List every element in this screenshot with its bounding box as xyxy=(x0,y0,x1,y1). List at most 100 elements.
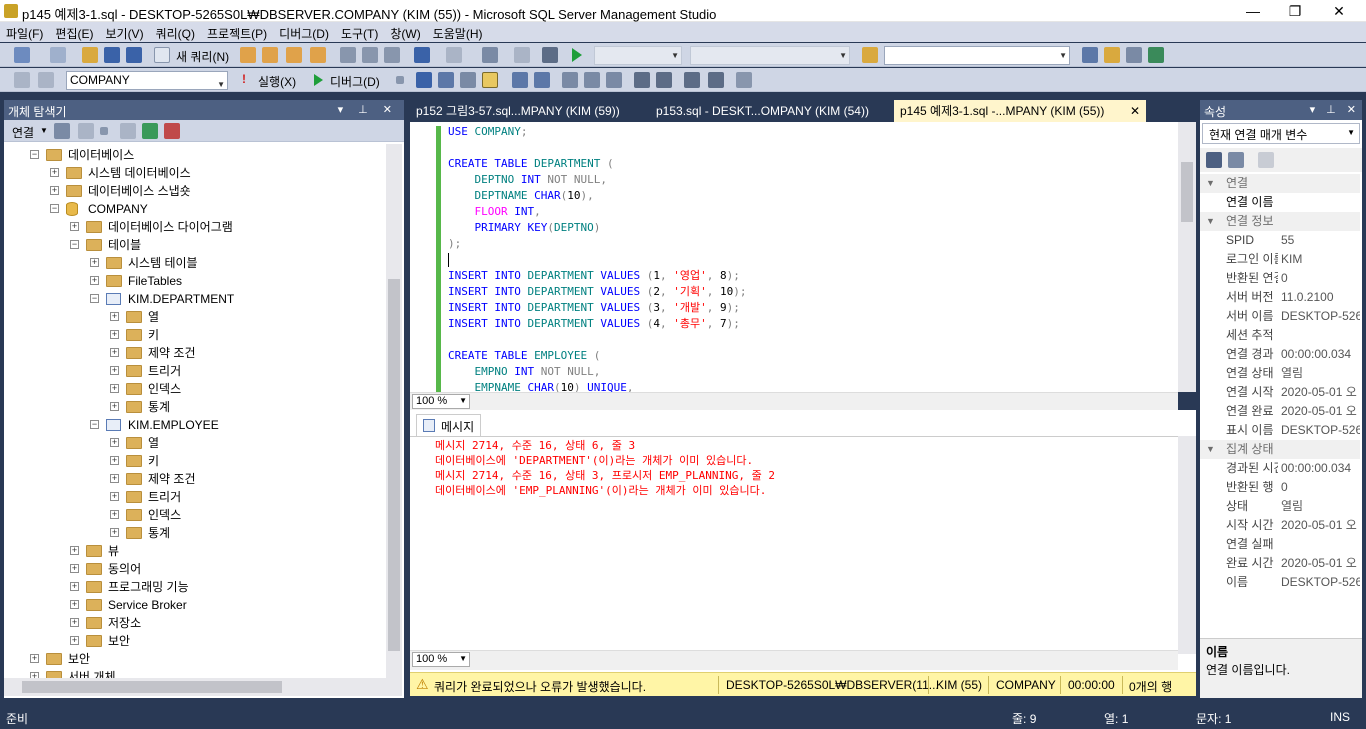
undo-icon[interactable] xyxy=(414,47,430,63)
property-row[interactable]: 연결 경과 00:00:00.034 xyxy=(1200,345,1360,364)
menu-window[interactable]: 창(W) xyxy=(384,22,426,42)
results-to-grid-icon[interactable] xyxy=(584,72,600,88)
expand-icon[interactable]: + xyxy=(70,600,79,609)
code-line[interactable]: USE COMPANY; xyxy=(448,124,527,140)
property-row[interactable]: 상태 열림 xyxy=(1200,497,1360,516)
query-designer-icon[interactable] xyxy=(460,72,476,88)
alphabetical-icon[interactable] xyxy=(1228,152,1244,168)
tree-node[interactable]: + 키 xyxy=(4,452,386,470)
tree-node[interactable]: − 테이블 xyxy=(4,236,386,254)
save-icon[interactable] xyxy=(104,47,120,63)
connect-chevron-icon[interactable]: ▼ xyxy=(40,126,48,135)
property-row[interactable]: 연결 이름 xyxy=(1200,193,1360,212)
code-line[interactable]: FLOOR INT, xyxy=(448,204,540,220)
properties-object-selector[interactable]: 현재 연결 매개 변수 ▼ xyxy=(1202,123,1360,144)
uncomment-icon[interactable] xyxy=(656,72,672,88)
tree-horizontal-scrollbar[interactable] xyxy=(4,678,402,696)
comment-icon[interactable] xyxy=(634,72,650,88)
tree-node[interactable]: + 인덱스 xyxy=(4,506,386,524)
object-explorer-icon[interactable] xyxy=(1104,47,1120,63)
stop-icon[interactable] xyxy=(100,127,108,135)
disconnect-icon[interactable] xyxy=(78,123,94,139)
tree-node[interactable]: + 뷰 xyxy=(4,542,386,560)
specify-values-icon[interactable] xyxy=(736,72,752,88)
start-debug-icon[interactable] xyxy=(572,48,582,62)
platform-combo[interactable]: ▼ xyxy=(690,46,850,65)
collapse-icon[interactable]: − xyxy=(90,420,99,429)
tree-node[interactable]: + 데이터베이스 스냅숏 xyxy=(4,182,386,200)
code-line[interactable]: INSERT INTO DEPARTMENT VALUES (4, '총무', … xyxy=(448,316,740,332)
expand-icon[interactable]: + xyxy=(110,402,119,411)
property-row[interactable]: 서버 이름 DESKTOP-526 xyxy=(1200,307,1360,326)
results-to-file-icon[interactable] xyxy=(606,72,622,88)
mdx-query-icon[interactable] xyxy=(262,47,278,63)
tree-node[interactable]: + 열 xyxy=(4,308,386,326)
menu-edit[interactable]: 편집(E) xyxy=(49,22,99,42)
tree-node[interactable]: + 서버 개체 xyxy=(4,668,386,678)
property-category[interactable]: ▼ 연결 정보 xyxy=(1200,212,1360,231)
tree-node[interactable]: + 통계 xyxy=(4,524,386,542)
property-row[interactable]: SPID 55 xyxy=(1200,231,1360,250)
code-line[interactable]: CREATE TABLE EMPLOYEE ( xyxy=(448,348,600,364)
expand-icon[interactable]: + xyxy=(110,348,119,357)
outdent-icon[interactable] xyxy=(684,72,700,88)
menu-project[interactable]: 프로젝트(P) xyxy=(201,22,273,42)
tree-node[interactable]: + 저장소 xyxy=(4,614,386,632)
save-all-icon[interactable] xyxy=(126,47,142,63)
expand-icon[interactable]: + xyxy=(70,546,79,555)
category-collapse-icon[interactable]: ▼ xyxy=(1206,440,1215,459)
property-category[interactable]: ▼ 집계 상태 xyxy=(1200,440,1360,459)
expand-icon[interactable]: + xyxy=(70,582,79,591)
property-row[interactable]: 시작 시간 2020-05-01 오 xyxy=(1200,516,1360,535)
db-engine-query-icon[interactable] xyxy=(240,47,256,63)
sql-editor[interactable]: USE COMPANY; CREATE TABLE DEPARTMENT ( DE… xyxy=(410,122,1196,410)
indent-icon[interactable] xyxy=(708,72,724,88)
tree-node[interactable]: + 시스템 테이블 xyxy=(4,254,386,272)
registered-servers-icon[interactable] xyxy=(1082,47,1098,63)
tree-node[interactable]: − KIM.DEPARTMENT xyxy=(4,290,386,308)
tree-node[interactable]: + Service Broker xyxy=(4,596,386,614)
tab-p152[interactable]: p152 그림3-57.sql...MPANY (KIM (59)) xyxy=(410,100,646,122)
code-line[interactable]: INSERT INTO DEPARTMENT VALUES (3, '개발', … xyxy=(448,300,740,316)
available-databases-combo[interactable]: COMPANY ▼ xyxy=(66,71,228,90)
expand-icon[interactable]: + xyxy=(70,564,79,573)
minimize-button[interactable]: — xyxy=(1230,0,1276,22)
tree-node[interactable]: + 열 xyxy=(4,434,386,452)
include-plan-icon[interactable] xyxy=(512,72,528,88)
messages-tab[interactable]: 메시지 xyxy=(416,414,482,436)
code-line[interactable]: INSERT INTO DEPARTMENT VALUES (2, '기획', … xyxy=(448,284,746,300)
categorized-icon[interactable] xyxy=(1206,152,1222,168)
cut-icon[interactable] xyxy=(340,47,356,63)
tree-node[interactable]: + 트리거 xyxy=(4,362,386,380)
menu-query[interactable]: 쿼리(Q) xyxy=(150,22,201,42)
property-category[interactable]: ▼ 연결 xyxy=(1200,174,1360,193)
solution-config-combo[interactable]: ▼ xyxy=(594,46,682,65)
property-row[interactable]: 연결 완료 2020-05-01 오 xyxy=(1200,402,1360,421)
expand-icon[interactable]: + xyxy=(110,528,119,537)
find-combo[interactable]: ▼ xyxy=(884,46,1070,65)
expand-icon[interactable]: + xyxy=(70,636,79,645)
collapse-icon[interactable]: − xyxy=(50,204,59,213)
new-project-icon[interactable] xyxy=(14,47,30,63)
expand-icon[interactable]: + xyxy=(90,258,99,267)
category-collapse-icon[interactable]: ▼ xyxy=(1206,174,1215,193)
properties-icon[interactable] xyxy=(1126,47,1142,63)
tree-node[interactable]: + 보안 xyxy=(4,632,386,650)
navigate-forward-icon[interactable] xyxy=(514,47,530,63)
code-line[interactable]: PRIMARY KEY(DEPTNO) xyxy=(448,220,600,236)
tree-node[interactable]: + 통계 xyxy=(4,398,386,416)
expand-icon[interactable]: + xyxy=(50,168,59,177)
property-row[interactable]: 완료 시간 2020-05-01 오 xyxy=(1200,554,1360,573)
code-line[interactable]: INSERT INTO DEPARTMENT VALUES (1, '영업', … xyxy=(448,268,740,284)
add-item-icon[interactable] xyxy=(50,47,66,63)
dmx-query-icon[interactable] xyxy=(286,47,302,63)
property-row[interactable]: 반환된 행 0 xyxy=(1200,478,1360,497)
tree-node[interactable]: + 트리거 xyxy=(4,488,386,506)
collapse-icon[interactable]: − xyxy=(90,294,99,303)
new-query-icon[interactable] xyxy=(154,47,170,63)
properties-pin-icon[interactable]: ▾ ⊥ ✕ xyxy=(1310,103,1360,116)
property-row[interactable]: 반환된 연결0 xyxy=(1200,269,1360,288)
copy-icon[interactable] xyxy=(362,47,378,63)
activity-icon[interactable] xyxy=(164,123,180,139)
tree-node[interactable]: + 키 xyxy=(4,326,386,344)
